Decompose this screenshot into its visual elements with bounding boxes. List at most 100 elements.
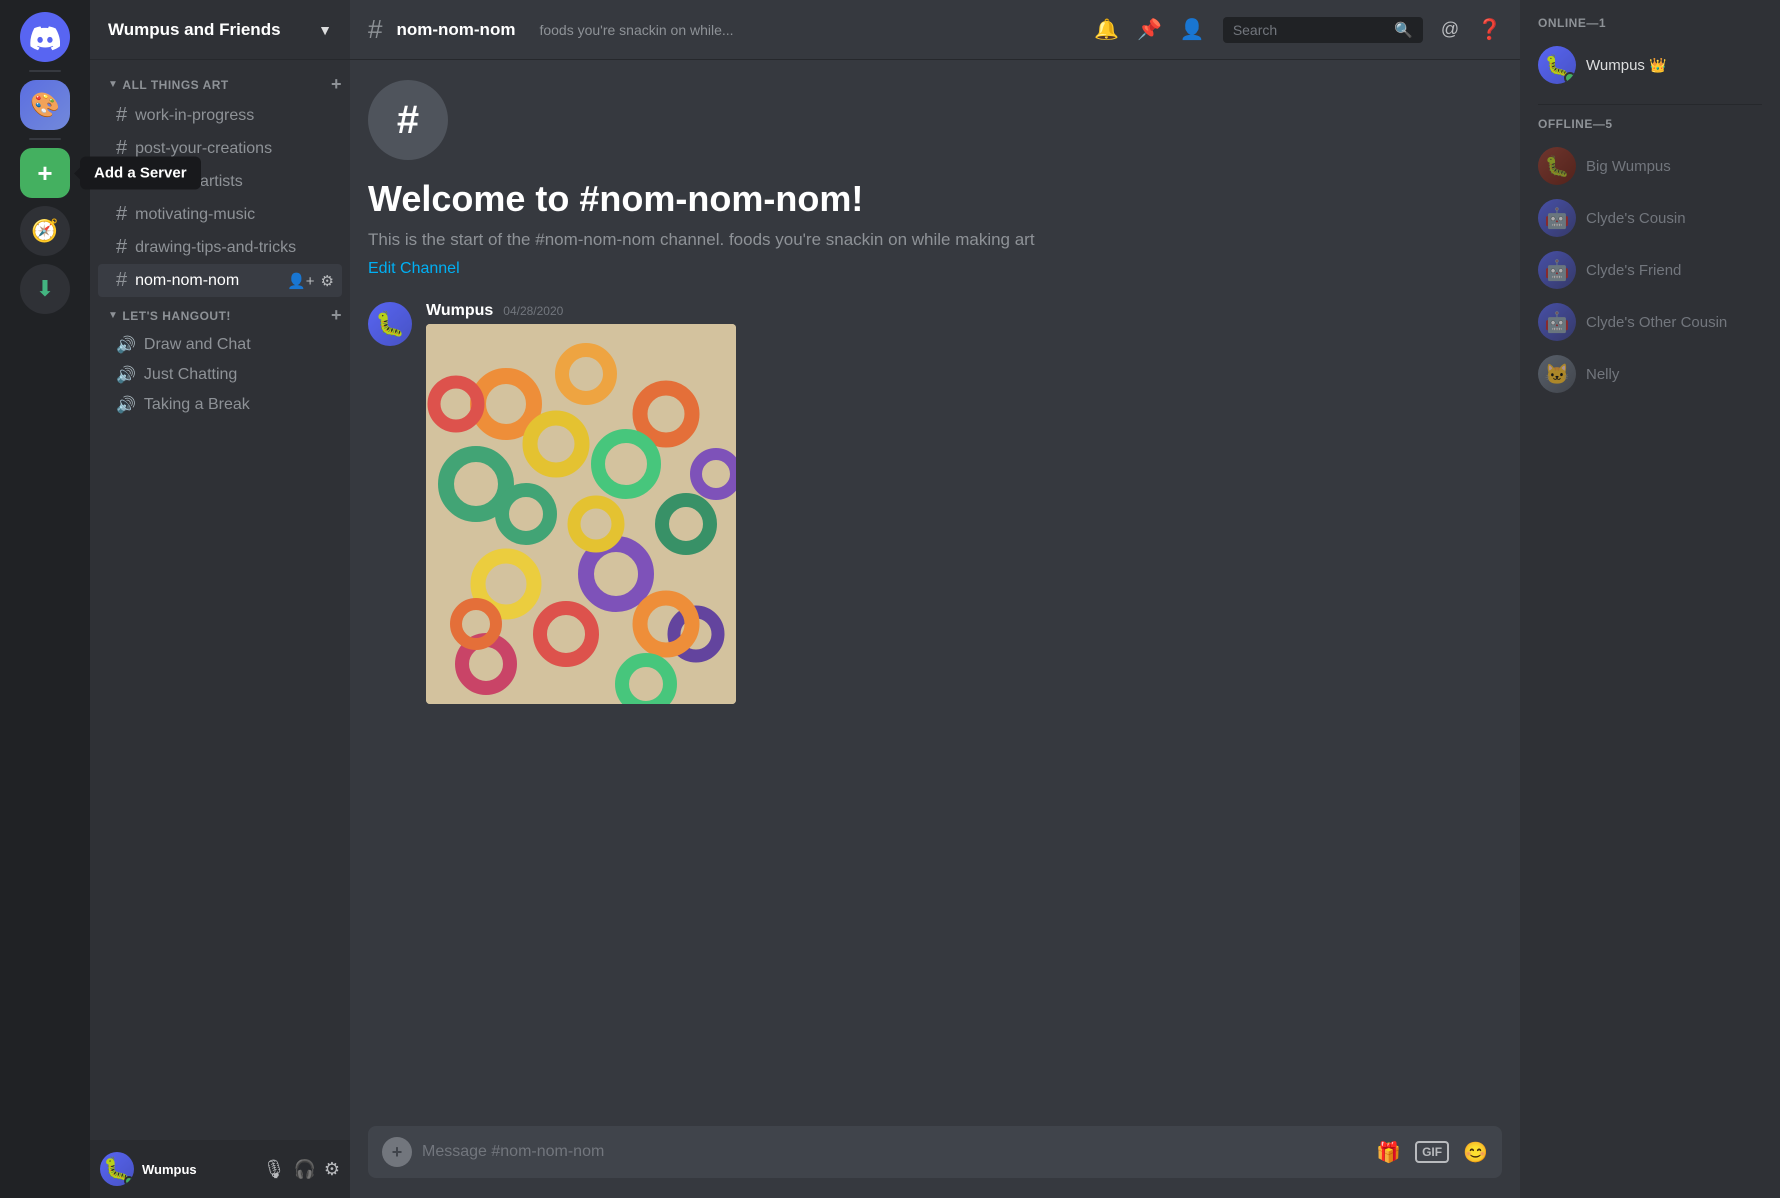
add-channel-button[interactable]: + [331, 305, 342, 326]
category-header-hangout[interactable]: ▼ LET'S HANGOUT! + [90, 301, 350, 330]
gif-button[interactable]: GIF [1415, 1141, 1449, 1163]
channel-name: work-in-progress [135, 107, 334, 125]
online-section-title: ONLINE—1 [1530, 16, 1770, 30]
category-label-hangout: LET'S HANGOUT! [122, 309, 331, 323]
channel-name: post-your-creations [135, 140, 334, 158]
emoji-icon[interactable]: 😊 [1463, 1140, 1488, 1165]
channel-action-icons: 👤+ ⚙ [287, 272, 334, 290]
channel-header-description: foods you're snackin on while... [539, 22, 1080, 38]
add-server-button[interactable]: + [20, 148, 70, 198]
mute-icon[interactable]: 🎙 [263, 1159, 286, 1180]
message-author-name: Wumpus [426, 302, 493, 320]
at-icon[interactable]: @ [1441, 19, 1459, 40]
server-name: Wumpus and Friends [108, 20, 318, 40]
message-input-area: + 🎁 GIF 😊 [350, 1126, 1520, 1198]
server-header[interactable]: Wumpus and Friends ▼ [90, 0, 350, 60]
members-sidebar: ONLINE—1 🐛 Wumpus 👑 OFFLINE—5 🐛 Big Wump… [1520, 0, 1780, 1198]
invite-icon[interactable]: 👤+ [287, 272, 314, 290]
chat-area: # Welcome to #nom-nom-nom! This is the s… [350, 60, 1520, 1126]
settings-icon[interactable]: ⚙ [321, 272, 334, 290]
member-item-clydes-other-cousin[interactable]: 🤖 Clyde's Other Cousin [1530, 297, 1770, 347]
member-name-clydes-cousin: Clyde's Cousin [1586, 210, 1762, 227]
user-settings-icon[interactable]: ⚙ [324, 1159, 340, 1180]
search-icon: 🔍 [1394, 21, 1413, 39]
voice-icon: 🔊 [116, 365, 136, 385]
crown-icon: 👑 [1649, 57, 1666, 73]
server-separator [29, 70, 61, 72]
channel-item-work-in-progress[interactable]: # work-in-progress [98, 99, 342, 132]
edit-channel-link[interactable]: Edit Channel [368, 260, 460, 277]
attach-button[interactable]: + [382, 1137, 412, 1167]
header-icons: 🔔 📌 👤 🔍 @ ❓ [1094, 17, 1502, 43]
member-name-nelly: Nelly [1586, 366, 1762, 383]
members-icon[interactable]: 👤 [1180, 17, 1205, 42]
voice-icon: 🔊 [116, 335, 136, 355]
gift-icon[interactable]: 🎁 [1376, 1140, 1401, 1165]
channel-item-just-chatting[interactable]: 🔊 Just Chatting [98, 360, 342, 390]
user-info: Wumpus [142, 1162, 263, 1177]
hash-icon: # [116, 203, 127, 226]
channel-welcome: # Welcome to #nom-nom-nom! This is the s… [368, 80, 1502, 278]
channel-name: Just Chatting [144, 366, 334, 384]
deafen-icon[interactable]: 🎧 [293, 1159, 315, 1180]
channel-item-draw-and-chat[interactable]: 🔊 Draw and Chat [98, 330, 342, 360]
chevron-down-icon: ▼ [318, 22, 332, 38]
welcome-description: This is the start of the #nom-nom-nom ch… [368, 230, 1502, 250]
hash-icon: # [116, 137, 127, 160]
message-input-box: + 🎁 GIF 😊 [368, 1126, 1502, 1178]
online-status-indicator [124, 1176, 134, 1186]
channel-sidebar: Wumpus and Friends ▼ ▼ ALL THINGS ART + … [90, 0, 350, 1198]
user-panel: 🐛 Wumpus 🎙 🎧 ⚙ [90, 1140, 350, 1198]
message-input[interactable] [422, 1143, 1366, 1161]
voice-icon: 🔊 [116, 395, 136, 415]
search-input[interactable] [1233, 22, 1386, 38]
member-item-wumpus[interactable]: 🐛 Wumpus 👑 [1530, 40, 1770, 90]
notification-bell-icon[interactable]: 🔔 [1094, 17, 1119, 42]
channel-list: ▼ ALL THINGS ART + # work-in-progress # … [90, 60, 350, 1140]
input-actions: 🎁 GIF 😊 [1376, 1140, 1488, 1165]
server-icon-wumpus-friends[interactable]: 🎨 [20, 80, 70, 130]
channel-name: nom-nom-nom [135, 272, 287, 290]
main-content: # nom-nom-nom foods you're snackin on wh… [350, 0, 1520, 1198]
member-item-clydes-cousin[interactable]: 🤖 Clyde's Cousin [1530, 193, 1770, 243]
hash-icon: # [116, 104, 127, 127]
channel-name: inspiring-artists [135, 173, 334, 191]
channel-item-inspiring-artists[interactable]: # inspiring-artists [98, 165, 342, 198]
welcome-hash-icon: # [368, 80, 448, 160]
channel-item-drawing-tips[interactable]: # drawing-tips-and-tricks [98, 231, 342, 264]
member-item-nelly[interactable]: 🐱 Nelly [1530, 349, 1770, 399]
server-icon-explore[interactable]: 🧭 [20, 206, 70, 256]
help-icon[interactable]: ❓ [1477, 17, 1502, 42]
message: 🐛 Wumpus 04/28/2020 [368, 302, 1502, 704]
channel-item-motivating-music[interactable]: # motivating-music [98, 198, 342, 231]
member-name-clydes-friend: Clyde's Friend [1586, 262, 1762, 279]
channel-hash-icon: # [368, 14, 382, 45]
member-item-big-wumpus[interactable]: 🐛 Big Wumpus [1530, 141, 1770, 191]
member-avatar-big-wumpus: 🐛 [1538, 147, 1576, 185]
channel-item-taking-a-break[interactable]: 🔊 Taking a Break [98, 390, 342, 420]
online-indicator [1564, 72, 1576, 84]
channel-name: motivating-music [135, 206, 334, 224]
member-item-clydes-friend[interactable]: 🤖 Clyde's Friend [1530, 245, 1770, 295]
pin-icon[interactable]: 📌 [1137, 17, 1162, 42]
message-image [426, 324, 736, 704]
member-avatar-clydes-other-cousin: 🤖 [1538, 303, 1576, 341]
search-box[interactable]: 🔍 [1223, 17, 1423, 43]
category-header-art[interactable]: ▼ ALL THINGS ART + [90, 70, 350, 99]
message-timestamp: 04/28/2020 [503, 304, 563, 318]
channel-item-post-your-creations[interactable]: # post-your-creations [98, 132, 342, 165]
server-separator-2 [29, 138, 61, 140]
user-avatar: 🐛 [100, 1152, 134, 1186]
member-avatar-clydes-friend: 🤖 [1538, 251, 1576, 289]
user-controls: 🎙 🎧 ⚙ [263, 1159, 340, 1180]
hash-icon: # [116, 269, 127, 292]
server-icon-download[interactable]: ⬇ [20, 264, 70, 314]
add-channel-button[interactable]: + [331, 74, 342, 95]
divider [1538, 104, 1762, 105]
member-avatar-clydes-cousin: 🤖 [1538, 199, 1576, 237]
member-avatar-nelly: 🐱 [1538, 355, 1576, 393]
message-content: Wumpus 04/28/2020 [426, 302, 1502, 704]
server-icon-discord[interactable] [20, 12, 70, 62]
member-name-big-wumpus: Big Wumpus [1586, 158, 1762, 175]
channel-item-nom-nom-nom[interactable]: # nom-nom-nom 👤+ ⚙ [98, 264, 342, 297]
